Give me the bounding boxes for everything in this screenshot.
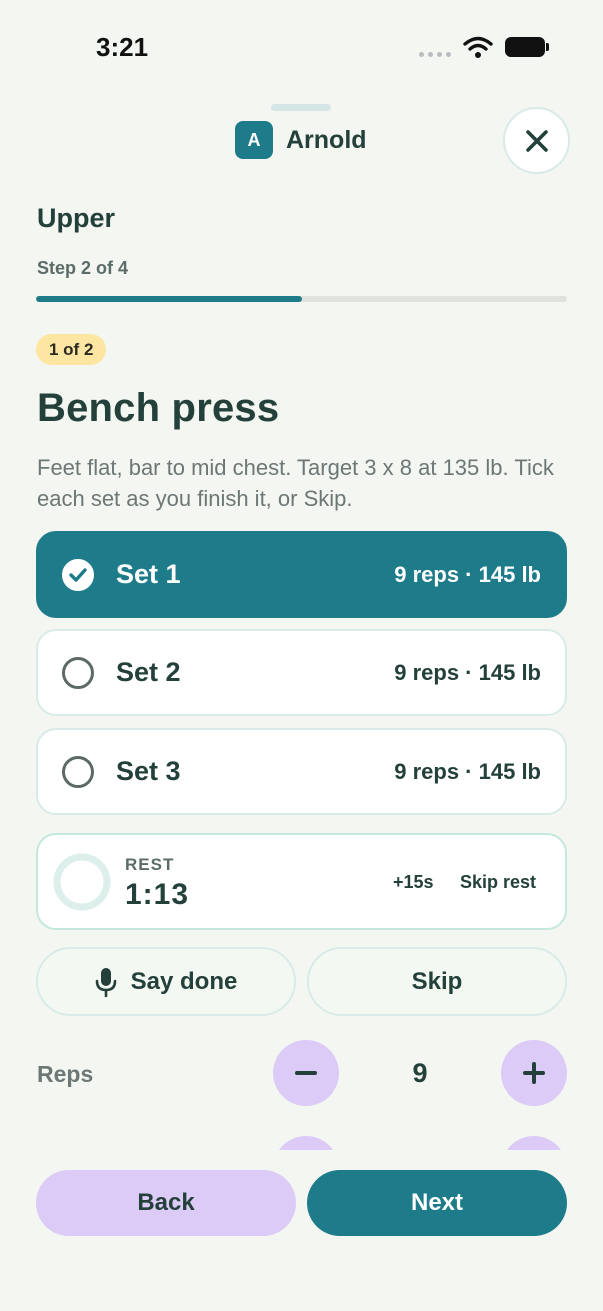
- check-circle-icon: [62, 558, 94, 591]
- status-time: 3:21: [96, 32, 149, 62]
- user-chip: A Arnold: [235, 121, 367, 159]
- set-name: Set 3: [116, 756, 181, 786]
- user-name: Arnold: [286, 125, 367, 154]
- radio-empty-icon: [62, 755, 94, 788]
- avatar: A: [235, 121, 273, 159]
- rest-label: REST: [125, 855, 175, 874]
- set-row-1[interactable]: Set 1 9 reps · 145 lb: [36, 531, 567, 618]
- set-detail: 9 reps · 145 lb: [394, 561, 541, 587]
- step-label: Step 2 of 4: [37, 258, 129, 278]
- rest-timer-card: REST 1:13 +15s Skip rest: [36, 833, 567, 930]
- reps-increment-button[interactable]: [501, 1040, 567, 1106]
- skip-button[interactable]: Skip: [307, 947, 567, 1016]
- radio-empty-icon: [62, 656, 94, 689]
- battery-icon: [505, 37, 549, 57]
- exercise-title: Bench press: [37, 386, 280, 430]
- skip-label: Skip: [411, 967, 463, 995]
- signal-dots-icon: [419, 51, 451, 57]
- set-row-3[interactable]: Set 3 9 reps · 145 lb: [36, 728, 567, 815]
- reps-label: Reps: [37, 1061, 94, 1087]
- rest-time: 1:13: [125, 878, 190, 911]
- step-progress-bar: [36, 296, 567, 302]
- set-name: Set 1: [116, 559, 181, 589]
- rest-timer-ring-icon: [53, 853, 111, 911]
- skip-rest-button[interactable]: Skip rest: [460, 872, 536, 893]
- add-15s-button[interactable]: +15s: [393, 872, 434, 893]
- status-icons: [419, 36, 549, 58]
- reps-value: 9: [412, 1058, 428, 1088]
- exercise-description: Feet flat, bar to mid chest. Target 3 x …: [37, 455, 554, 511]
- close-icon: [525, 129, 548, 152]
- say-done-label: Say done: [130, 967, 238, 995]
- plus-icon: [523, 1062, 545, 1084]
- say-done-button[interactable]: Say done: [36, 947, 296, 1016]
- sheet-grabber[interactable]: [271, 104, 331, 111]
- set-detail: 9 reps · 145 lb: [394, 758, 541, 784]
- close-button[interactable]: [503, 107, 570, 174]
- set-name: Set 2: [116, 657, 181, 687]
- wifi-icon: [463, 36, 493, 58]
- reps-decrement-button[interactable]: [273, 1040, 339, 1106]
- back-button[interactable]: Back: [36, 1170, 296, 1236]
- set-row-2[interactable]: Set 2 9 reps · 145 lb: [36, 629, 567, 716]
- workout-title: Upper: [37, 203, 116, 233]
- exercise-count-badge: 1 of 2: [36, 334, 107, 365]
- set-detail: 9 reps · 145 lb: [394, 659, 541, 685]
- minus-icon: [295, 1071, 317, 1075]
- next-button[interactable]: Next: [307, 1170, 567, 1236]
- microphone-icon: [95, 967, 116, 997]
- step-progress-fill: [36, 296, 302, 302]
